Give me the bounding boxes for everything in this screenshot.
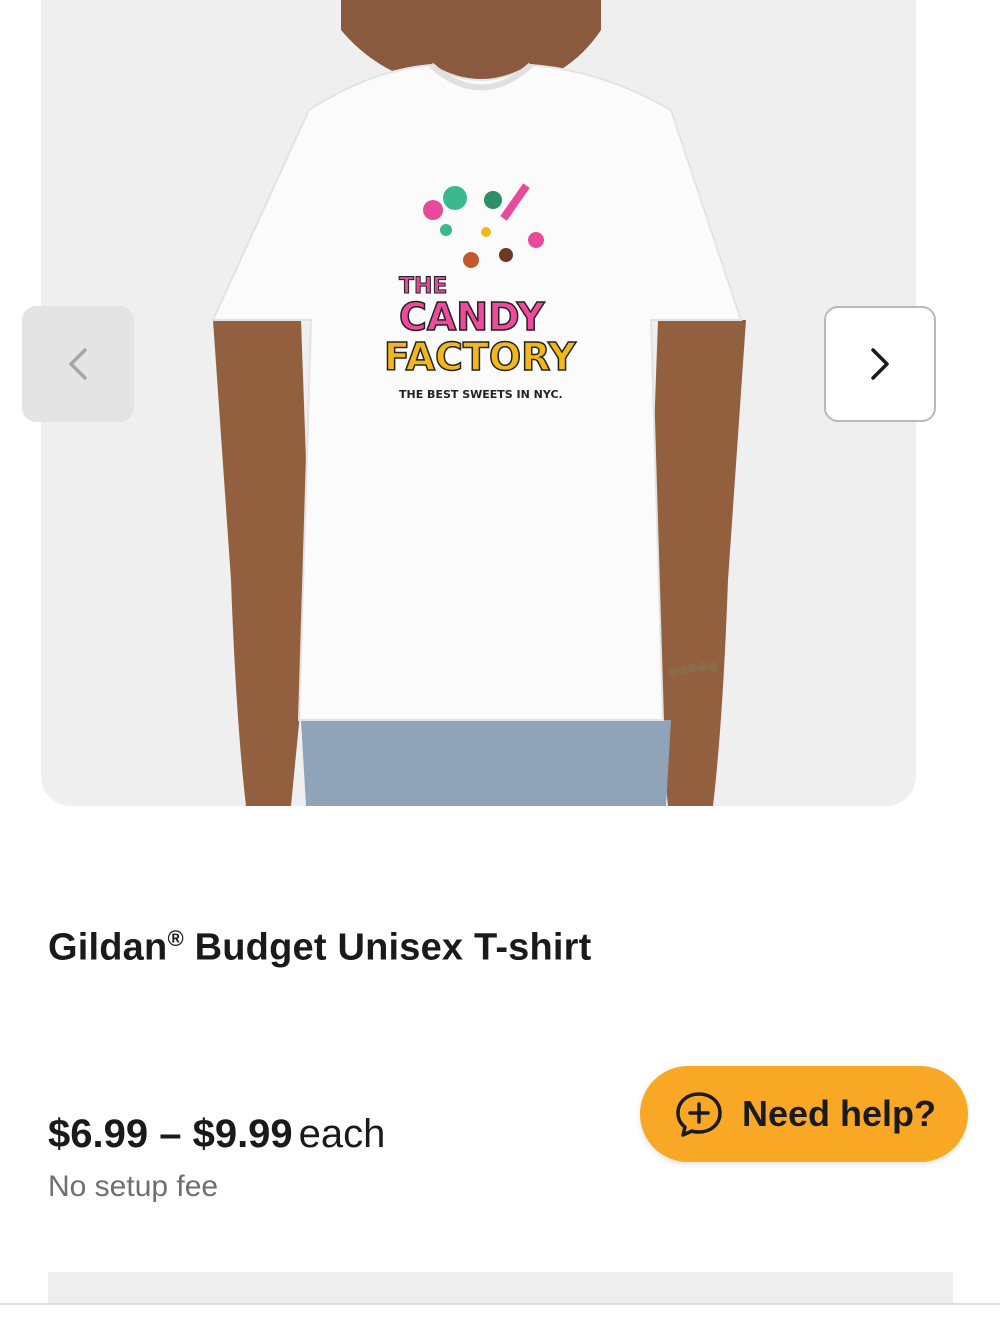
divider (0, 1303, 1000, 1305)
price-range: $6.99 – $9.99 (48, 1112, 293, 1156)
model-tshirt-illustration: THE CANDY FACTORY THE BEST SWEETS IN NYC… (211, 0, 746, 806)
registered-mark: ® (167, 926, 184, 951)
product-title-rest: Budget Unisex T-shirt (183, 926, 592, 969)
carousel-next-button[interactable] (824, 306, 936, 422)
next-section-card (48, 1272, 953, 1303)
print-candy: CANDY (399, 295, 545, 339)
product-title: Gildan® Budget Unisex T-shirt (48, 926, 592, 970)
product-page: THE CANDY FACTORY THE BEST SWEETS IN NYC… (0, 0, 1000, 1333)
price: $6.99 – $9.99 each (48, 1112, 385, 1157)
chevron-right-icon (871, 348, 889, 380)
print-tagline: THE BEST SWEETS IN NYC. (399, 388, 563, 401)
need-help-label: Need help? (742, 1093, 937, 1134)
product-image: THE CANDY FACTORY THE BEST SWEETS IN NYC… (41, 0, 916, 806)
chevron-left-icon (69, 348, 87, 380)
carousel-prev-button[interactable] (22, 306, 134, 422)
need-help-button[interactable]: Need help? (640, 1066, 968, 1162)
price-unit: each (298, 1112, 386, 1156)
print-factory: FACTORY (384, 335, 576, 379)
chat-sparkle-icon (676, 1092, 722, 1137)
product-title-brand: Gildan (48, 926, 168, 969)
setup-fee-note: No setup fee (48, 1170, 219, 1203)
